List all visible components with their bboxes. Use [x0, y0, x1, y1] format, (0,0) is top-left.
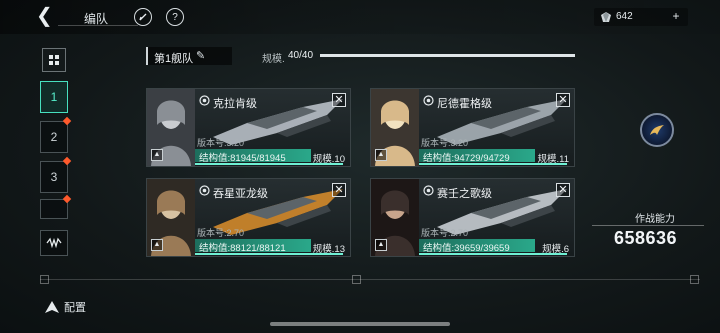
- ship-class-icon: [199, 185, 210, 196]
- title-divider: [58, 25, 138, 26]
- remove-ship-button[interactable]: ✕: [332, 93, 346, 107]
- structure-bar: 结构值:88121/88121: [195, 239, 311, 254]
- card-underline: [419, 163, 567, 165]
- remove-ship-button[interactable]: ✕: [332, 183, 346, 197]
- ship-class-icon: [423, 185, 434, 196]
- wave-icon: [46, 237, 62, 249]
- ship-class-icon: [423, 95, 434, 106]
- ship-silhouette-icon: [45, 301, 59, 313]
- structure-bar: 结构值:81945/81945: [195, 149, 311, 164]
- rank-icon: ▲: [375, 239, 387, 251]
- ship-name: 克拉肯级: [213, 98, 257, 110]
- add-currency-button[interactable]: +: [670, 10, 682, 23]
- structure-bar: 结构值:94729/94729: [419, 149, 535, 164]
- card-underline: [195, 253, 343, 255]
- captain-portrait: ▲: [147, 89, 195, 166]
- structure-value: 结构值:81945/81945: [199, 153, 286, 164]
- combat-power-label: 作战能力: [635, 214, 675, 225]
- combat-power-value: 658636: [614, 228, 678, 248]
- rank-icon: ▲: [151, 239, 163, 251]
- divider-marker: [690, 275, 699, 284]
- ship-name: 尼德霍格级: [437, 98, 492, 110]
- currency-value: 642: [616, 11, 633, 22]
- divider-marker: [40, 275, 49, 284]
- ship-name: 赛壬之歌级: [437, 188, 492, 200]
- ship-card[interactable]: ▲ 克拉肯级 ✕ 版本号:3.20 结构值:81945/81945 规模.10: [146, 88, 351, 167]
- captain-portrait: ▲: [371, 89, 419, 166]
- rank-icon: ▲: [375, 149, 387, 161]
- structure-value: 结构值:88121/88121: [199, 243, 286, 254]
- ship-version: 版本号:2.70: [197, 228, 245, 238]
- config-button[interactable]: 配置: [40, 298, 98, 316]
- home-indicator: [270, 322, 450, 326]
- structure-bar: 结构值:39659/39659: [419, 239, 535, 254]
- ship-version: 版本号:2.70: [421, 228, 469, 238]
- captain-portrait: ▲: [147, 179, 195, 256]
- rank-icon: ▲: [151, 149, 163, 161]
- help-icon[interactable]: ?: [166, 8, 184, 26]
- fleet-scale-value: 40/40: [288, 50, 314, 61]
- ship-card[interactable]: ▲ 吞星亚龙级 ✕ 版本号:2.70 结构值:88121/88121 规模.13: [146, 178, 351, 257]
- card-underline: [419, 253, 567, 255]
- combat-power-divider: [592, 225, 704, 226]
- edit-icon[interactable]: ✎: [196, 49, 205, 62]
- ship-card[interactable]: ▲ 尼德霍格级 ✕ 版本号:3.20 结构值:94729/94729 规模.11: [370, 88, 575, 167]
- structure-value: 结构值:94729/94729: [423, 153, 510, 164]
- grid-icon: [49, 55, 59, 65]
- bottom-divider: [40, 279, 700, 280]
- divider-marker: [352, 275, 361, 284]
- tab-fleet-2[interactable]: 2: [40, 121, 68, 153]
- structure-value: 结构值:39659/39659: [423, 243, 510, 254]
- ship-class-icon: [199, 95, 210, 106]
- tab-fleet-4[interactable]: [40, 199, 68, 219]
- ship-version: 版本号:3.20: [197, 138, 245, 148]
- commander-skill-button[interactable]: [640, 113, 674, 147]
- config-label: 配置: [64, 302, 86, 314]
- remove-ship-button[interactable]: ✕: [556, 183, 570, 197]
- back-icon[interactable]: ❮: [36, 6, 54, 26]
- crystal-icon: [600, 10, 612, 22]
- overview-grid-button[interactable]: [42, 48, 66, 72]
- card-underline: [195, 163, 343, 165]
- formation-button[interactable]: [40, 230, 68, 256]
- captain-portrait: ▲: [371, 179, 419, 256]
- fleet-scale-fill: [320, 54, 575, 57]
- ship-name: 吞星亚龙级: [213, 188, 268, 200]
- ship-version: 版本号:3.20: [421, 138, 469, 148]
- tab-fleet-1[interactable]: 1: [40, 81, 68, 113]
- wing-icon: [650, 125, 664, 135]
- feather-icon[interactable]: [134, 8, 152, 26]
- tab-fleet-3[interactable]: 3: [40, 161, 68, 193]
- fleet-scale-label: 规模.: [262, 54, 285, 65]
- remove-ship-button[interactable]: ✕: [556, 93, 570, 107]
- ship-card[interactable]: ▲ 赛壬之歌级 ✕ 版本号:2.70 结构值:39659/39659 规模.6: [370, 178, 575, 257]
- fleet-name: 第1舰队: [154, 53, 194, 65]
